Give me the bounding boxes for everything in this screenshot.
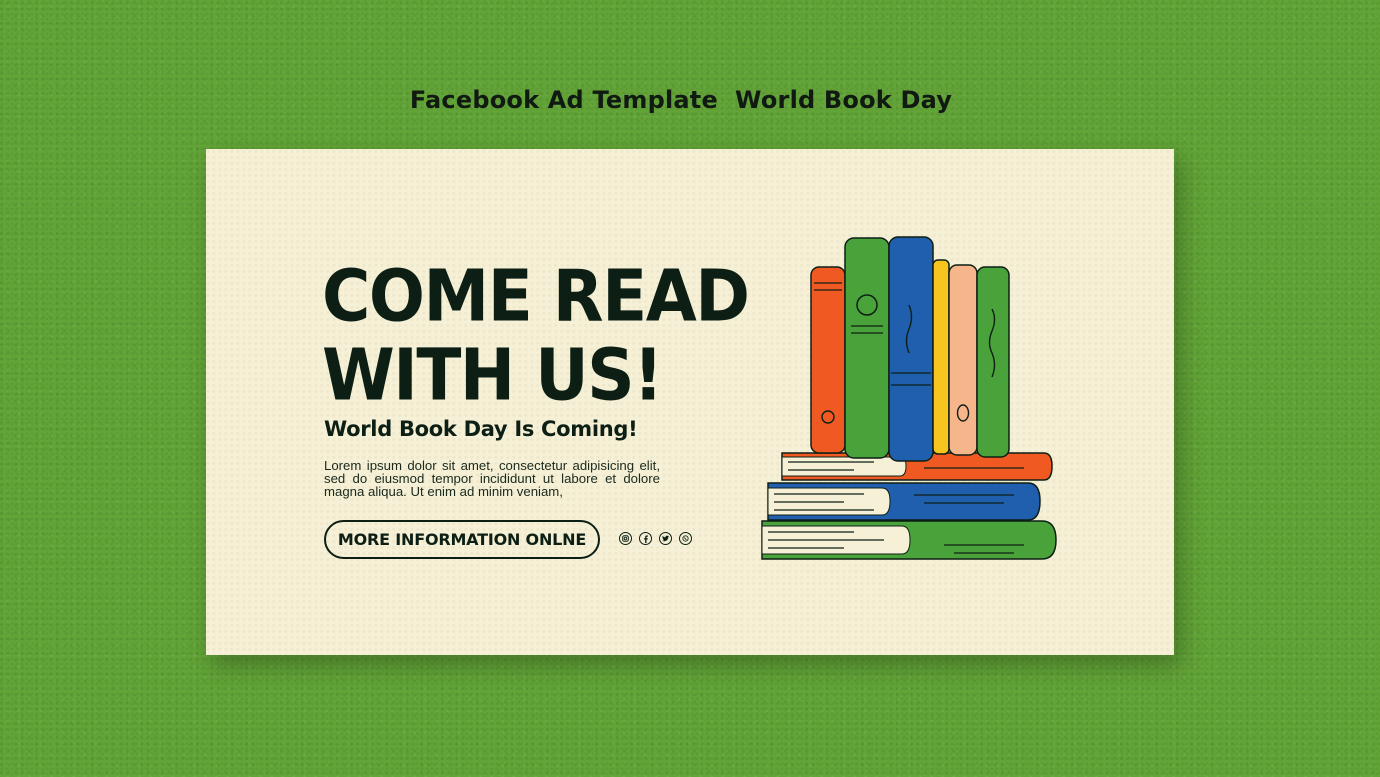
book-middle-blue — [767, 482, 1041, 521]
headline-line-1: COME READ — [322, 254, 750, 338]
book-vertical-orange — [810, 266, 846, 454]
instagram-icon[interactable] — [619, 532, 632, 545]
whatsapp-icon[interactable] — [679, 532, 692, 545]
book-vertical-blue — [888, 236, 934, 462]
subheadline: World Book Day Is Coming! — [324, 417, 638, 441]
books-stack-illustration — [761, 236, 1057, 560]
more-information-button[interactable]: MORE INFORMATION ONLNE — [324, 520, 600, 559]
body-text: Lorem ipsum dolor sit amet, consectetur … — [324, 458, 660, 499]
book-vertical-green-1 — [844, 237, 890, 459]
ad-banner: COME READ WITH US! World Book Day Is Com… — [206, 149, 1174, 655]
page-heading: Facebook Ad Template World Book Day — [409, 86, 953, 114]
book-bottom-green — [761, 520, 1057, 560]
social-icons — [619, 532, 692, 545]
headline-line-2: WITH US! — [322, 333, 663, 417]
twitter-icon[interactable] — [659, 532, 672, 545]
book-vertical-yellow — [932, 259, 950, 455]
headline: COME READ WITH US! — [322, 257, 782, 415]
book-vertical-peach — [948, 264, 978, 456]
book-vertical-green-2 — [976, 266, 1010, 458]
facebook-icon[interactable] — [639, 532, 652, 545]
